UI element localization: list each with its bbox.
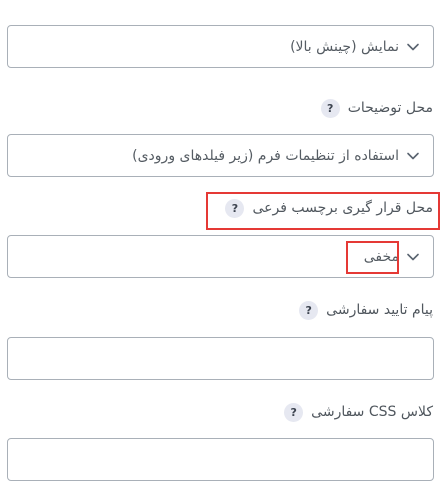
help-icon[interactable]: ? (284, 402, 304, 422)
field-label: کلاس CSS سفارشی (311, 404, 433, 420)
custom-css-label-row: کلاس CSS سفارشی ? (284, 400, 433, 424)
sublabel-location-select[interactable]: مخفی (7, 235, 434, 278)
description-location-label-row: محل توضیحات ? (320, 96, 433, 120)
select-value: مخفی (363, 248, 399, 265)
help-icon[interactable]: ? (299, 300, 319, 320)
validation-message-input[interactable] (7, 337, 434, 380)
field-label: محل قرار گیری برچسب فرعی (252, 200, 433, 216)
label-placement-select[interactable]: نمایش (چینش بالا) (7, 25, 434, 68)
description-location-select[interactable]: استفاده از تنظیمات فرم (زیر فیلدهای ورود… (7, 134, 434, 177)
sublabel-location-label-row: محل قرار گیری برچسب فرعی ? (225, 196, 433, 220)
select-value: نمایش (چینش بالا) (290, 38, 399, 55)
help-icon[interactable]: ? (320, 98, 340, 118)
chevron-down-icon (405, 39, 421, 55)
custom-css-class-input[interactable] (7, 438, 434, 481)
chevron-down-icon (405, 148, 421, 164)
validation-message-label-row: پیام تایید سفارشی ? (299, 298, 433, 322)
select-value: استفاده از تنظیمات فرم (زیر فیلدهای ورود… (132, 147, 399, 164)
field-label: محل توضیحات (347, 100, 433, 116)
chevron-down-icon (405, 249, 421, 265)
field-label: پیام تایید سفارشی (326, 302, 433, 318)
help-icon[interactable]: ? (225, 198, 245, 218)
